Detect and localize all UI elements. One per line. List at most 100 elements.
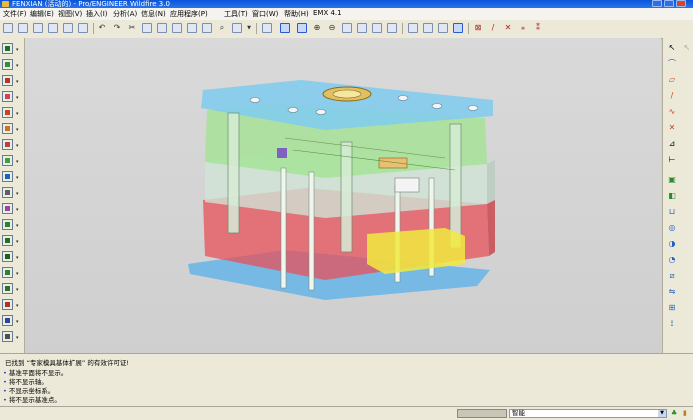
emx-cavity-icon[interactable]: ▾	[2, 203, 19, 214]
analysis-icon[interactable]: ⊿	[667, 139, 677, 149]
close-button[interactable]	[676, 0, 686, 7]
emx-component-icon[interactable]: ▾	[2, 75, 19, 86]
status-field	[457, 409, 507, 418]
menu-insert[interactable]: 插入(I)	[86, 9, 108, 19]
zoom-out-icon[interactable]: ⊖	[327, 23, 337, 33]
find-icon[interactable]: ⌕	[217, 23, 227, 33]
copy-icon[interactable]	[142, 23, 152, 33]
coordinate-systems-icon[interactable]: ⁎	[518, 23, 528, 33]
regen-manager-icon[interactable]	[202, 23, 212, 33]
emx-cooling-icon[interactable]: ▾	[2, 155, 19, 166]
datum-point-icon[interactable]: ✕	[667, 123, 677, 133]
datum-planes-icon[interactable]: ⊠	[473, 23, 483, 33]
emx-drawing-icon[interactable]: ▾	[2, 267, 19, 278]
maximize-button[interactable]	[664, 0, 674, 7]
menu-applications[interactable]: 应用程序(P)	[170, 9, 208, 19]
emx-toolbar: ▾ ▾ ▾ ▾ ▾ ▾ ▾ ▾ ▾ ▾ ▾ ▾ ▾ ▾ ▾ ▾ ▾ ▾ ▾	[0, 38, 25, 353]
rib-icon[interactable]: ◑	[667, 239, 677, 249]
open-folder-icon[interactable]	[18, 23, 28, 33]
slider-block	[394, 177, 420, 193]
chevron-down-icon[interactable]: ▼	[244, 23, 254, 33]
app-icon	[2, 1, 9, 7]
mold-base-model	[188, 80, 495, 300]
emx-lifter-icon[interactable]: ▾	[2, 187, 19, 198]
plate-side	[487, 160, 495, 204]
email-icon[interactable]	[78, 23, 88, 33]
hidden-line-icon[interactable]	[423, 23, 433, 33]
emx-sprue-icon[interactable]: ▾	[2, 139, 19, 150]
redo-icon[interactable]: ↷	[112, 23, 122, 33]
menu-analysis[interactable]: 分析(A)	[113, 9, 137, 19]
saved-views-icon[interactable]	[262, 23, 272, 33]
menu-info[interactable]: 信息(N)	[141, 9, 166, 19]
new-icon[interactable]	[3, 23, 13, 33]
chevron-down-icon[interactable]: ▼	[658, 410, 666, 417]
datum-axis-icon[interactable]: /	[667, 91, 677, 101]
paste-special-icon[interactable]	[172, 23, 182, 33]
reorient-icon[interactable]	[357, 23, 367, 33]
selection-filter[interactable]: 智能 ▼	[509, 409, 667, 418]
paste-icon[interactable]	[157, 23, 167, 33]
print-icon[interactable]	[63, 23, 73, 33]
hole-icon[interactable]: ⊔	[667, 207, 677, 217]
layers-icon[interactable]	[387, 23, 397, 33]
datum-axes-icon[interactable]: /	[488, 23, 498, 33]
emx-insert-icon[interactable]: ▾	[2, 219, 19, 230]
datum-curve-icon[interactable]: ∿	[667, 107, 677, 117]
leader-pin	[227, 112, 240, 234]
cut-icon[interactable]: ✂	[127, 23, 137, 33]
round-icon[interactable]: ◔	[667, 255, 677, 265]
extrude-icon[interactable]: ▣	[667, 175, 677, 185]
emx-check-icon[interactable]: ▾	[2, 283, 19, 294]
emx-options-icon[interactable]: ▾	[2, 331, 19, 342]
emx-waterline-icon[interactable]: ▾	[2, 235, 19, 246]
datum-plane-icon[interactable]: ▱	[667, 75, 677, 85]
view-manager-icon[interactable]	[372, 23, 382, 33]
shell-icon[interactable]: ◎	[667, 223, 677, 233]
toolbar-divider	[93, 23, 94, 34]
graphics-window[interactable]	[25, 38, 661, 353]
annotations-icon[interactable]: ⁑	[533, 23, 543, 33]
shading-icon[interactable]	[453, 23, 463, 33]
emx-screw-icon[interactable]: ▾	[2, 91, 19, 102]
open-icon[interactable]	[33, 23, 43, 33]
datum-points-icon[interactable]: ✕	[503, 23, 513, 33]
emx-bom-icon[interactable]: ▾	[2, 251, 19, 262]
menu-emx[interactable]: EMX 4.1	[313, 9, 342, 17]
menu-window[interactable]: 窗口(W)	[252, 9, 278, 19]
menu-view[interactable]: 视图(V)	[58, 9, 82, 19]
emx-ejector-pin-icon[interactable]: ▾	[2, 123, 19, 134]
refit-icon[interactable]	[342, 23, 352, 33]
emx-slider-icon[interactable]: ▾	[2, 171, 19, 182]
menu-file[interactable]: 文件(F)	[3, 9, 27, 19]
select-icon[interactable]: ↖	[667, 43, 677, 53]
menu-edit[interactable]: 编辑(E)	[30, 9, 54, 19]
emx-plate-icon[interactable]: ▾	[2, 59, 19, 70]
save-icon[interactable]	[48, 23, 58, 33]
orient-mode-icon[interactable]	[280, 23, 290, 33]
chamfer-icon[interactable]: ⧄	[667, 271, 677, 281]
merge-icon[interactable]: ⟟	[667, 319, 677, 329]
menu-help[interactable]: 帮助(H)	[284, 9, 309, 19]
emx-assembly-icon[interactable]: ▾	[2, 315, 19, 326]
emx-ejection-icon[interactable]: ▾	[2, 299, 19, 310]
regenerate-icon[interactable]	[187, 23, 197, 33]
selection-box-icon[interactable]	[232, 23, 242, 33]
minimize-button[interactable]	[652, 0, 662, 7]
sketch-icon[interactable]: ⌒	[667, 59, 677, 69]
selection-filter-value: 智能	[512, 409, 525, 417]
message-line: • 将不显示基准点。	[3, 396, 61, 404]
revolve-icon[interactable]: ◧	[667, 191, 677, 201]
mirror-icon[interactable]: ⇋	[667, 287, 677, 297]
wireframe-icon[interactable]	[408, 23, 418, 33]
spin-center-icon[interactable]	[297, 23, 307, 33]
no-hidden-icon[interactable]	[438, 23, 448, 33]
menu-tools[interactable]: 工具(T)	[224, 9, 248, 19]
emx-new-project-icon[interactable]: ▾	[2, 43, 19, 54]
core-insert	[378, 157, 408, 169]
undo-icon[interactable]: ↶	[97, 23, 107, 33]
emx-dowel-icon[interactable]: ▾	[2, 107, 19, 118]
zoom-in-icon[interactable]: ⊕	[312, 23, 322, 33]
coordinate-icon[interactable]: ⊢	[667, 155, 677, 165]
pattern-icon[interactable]: ⊞	[667, 303, 677, 313]
